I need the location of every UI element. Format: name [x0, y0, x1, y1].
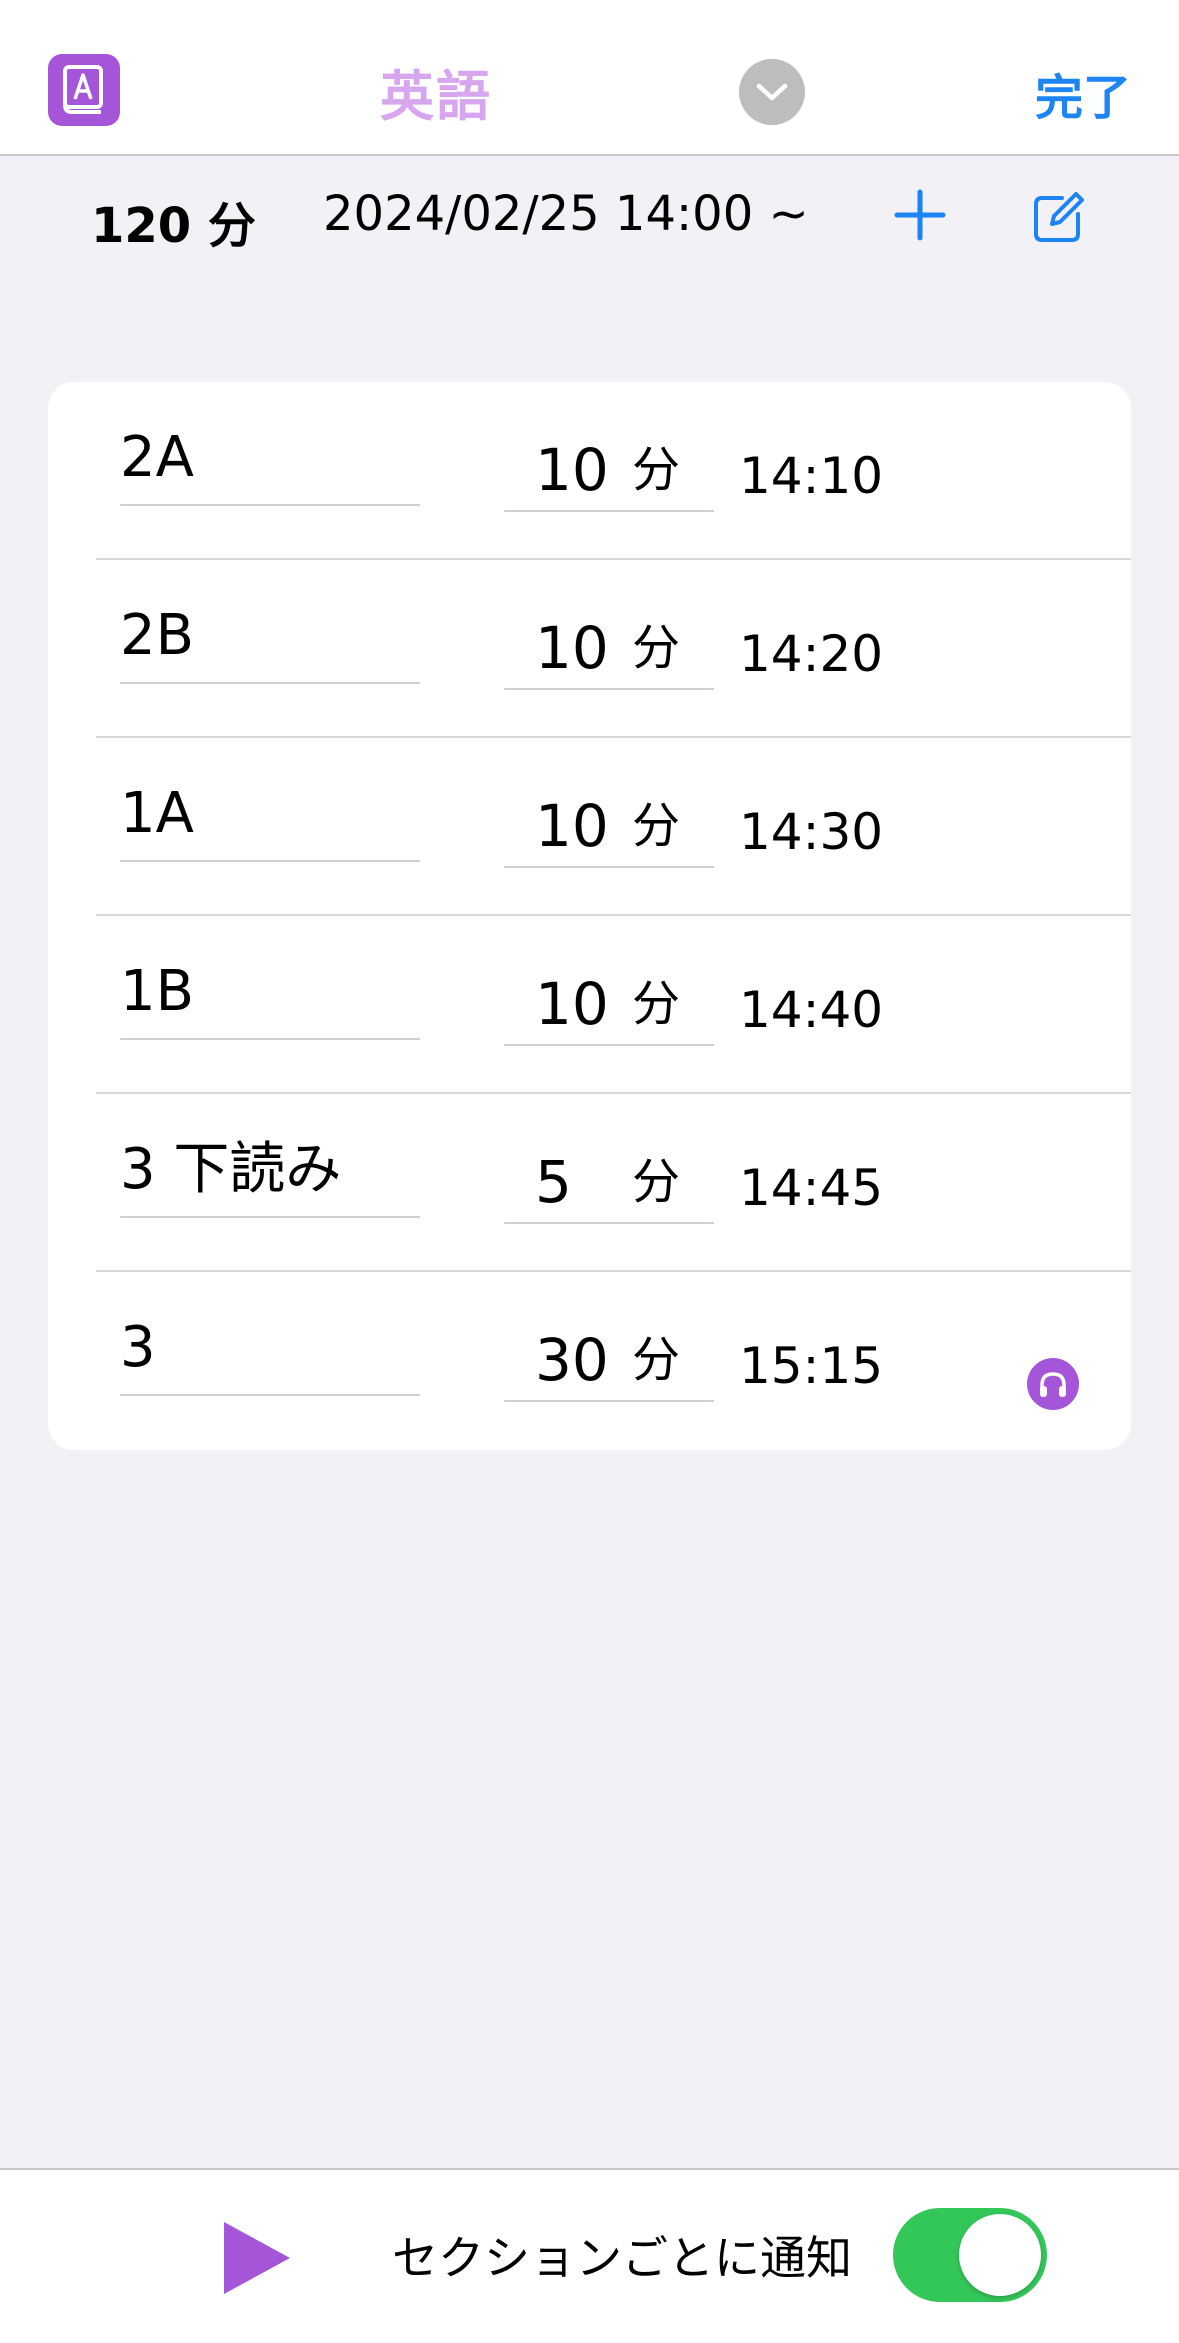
- minutes-field[interactable]: 10: [535, 796, 635, 856]
- book-letter-a-icon[interactable]: [48, 54, 120, 126]
- minutes-field[interactable]: 5: [535, 1152, 635, 1212]
- headphones-icon[interactable]: [1027, 1358, 1079, 1410]
- minutes-field[interactable]: 30: [535, 1330, 635, 1390]
- square-pencil-icon[interactable]: [1032, 190, 1086, 244]
- divider: [120, 504, 420, 506]
- divider: [120, 1394, 420, 1396]
- end-time: 14:45: [739, 1159, 884, 1217]
- section-name-field[interactable]: 3 下読み: [120, 1140, 420, 1200]
- divider: [504, 510, 714, 512]
- chevron-down-icon[interactable]: [739, 59, 805, 125]
- minutes-field[interactable]: 10: [535, 974, 635, 1034]
- divider: [504, 688, 714, 690]
- page-title[interactable]: 英語: [380, 52, 492, 131]
- play-icon[interactable]: [220, 2218, 294, 2298]
- section-row[interactable]: 1B 10 分 14:40: [48, 916, 1131, 1094]
- section-name-field[interactable]: 2A: [120, 428, 420, 488]
- sections-list: 2A 10 分 14:10 2B 10 分 14:20 1A 10 分 14:3…: [48, 382, 1131, 1450]
- navigation-bar: 英語 完了: [0, 0, 1179, 156]
- minutes-unit: 分: [632, 442, 681, 498]
- divider: [120, 1216, 420, 1218]
- notify-per-section-label: セクションごとに通知: [392, 2231, 852, 2285]
- end-time: 14:40: [739, 981, 884, 1039]
- divider: [504, 1222, 714, 1224]
- section-name-field[interactable]: 1B: [120, 962, 420, 1022]
- end-time: 14:30: [739, 803, 884, 861]
- minutes-unit: 分: [632, 798, 681, 854]
- bottom-toolbar: セクションごとに通知: [0, 2168, 1179, 2343]
- divider: [120, 860, 420, 862]
- section-row[interactable]: 1A 10 分 14:30: [48, 738, 1131, 916]
- timer-editor-screen: 英語 完了 120 分 2024/02/25 14:00 ~ 2A 10 分 1…: [0, 0, 1179, 2343]
- section-row[interactable]: 3 下読み 5 分 14:45: [48, 1094, 1131, 1272]
- total-duration: 120 分: [91, 198, 256, 254]
- section-name-field[interactable]: 1A: [120, 784, 420, 844]
- divider: [504, 1400, 714, 1402]
- section-row[interactable]: 2B 10 分 14:20: [48, 560, 1131, 738]
- done-button[interactable]: 完了: [1035, 58, 1131, 128]
- minutes-unit: 分: [632, 620, 681, 676]
- divider: [504, 1044, 714, 1046]
- minutes-field[interactable]: 10: [535, 618, 635, 678]
- end-time: 14:10: [739, 447, 884, 505]
- notify-toggle[interactable]: [893, 2208, 1047, 2302]
- start-datetime[interactable]: 2024/02/25 14:00 ~: [323, 186, 809, 242]
- minutes-unit: 分: [632, 1332, 681, 1388]
- minutes-unit: 分: [632, 1154, 681, 1210]
- end-time: 15:15: [739, 1337, 884, 1395]
- divider: [120, 1038, 420, 1040]
- section-row[interactable]: 3 30 分 15:15: [48, 1272, 1131, 1450]
- minutes-unit: 分: [632, 976, 681, 1032]
- divider: [120, 682, 420, 684]
- section-name-field[interactable]: 3: [120, 1318, 420, 1378]
- minutes-field[interactable]: 10: [535, 440, 635, 500]
- divider: [504, 866, 714, 868]
- plus-icon[interactable]: [893, 188, 947, 242]
- toggle-knob: [959, 2214, 1041, 2296]
- end-time: 14:20: [739, 625, 884, 683]
- section-row[interactable]: 2A 10 分 14:10: [48, 382, 1131, 560]
- section-name-field[interactable]: 2B: [120, 606, 420, 666]
